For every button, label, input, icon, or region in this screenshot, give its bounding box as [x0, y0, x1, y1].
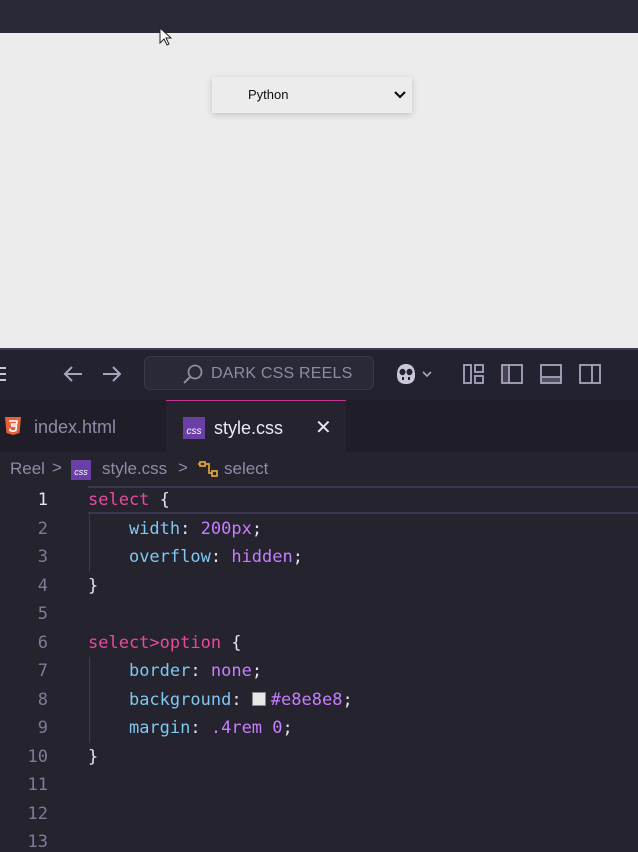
search-icon	[183, 364, 203, 384]
brace: {	[149, 490, 170, 510]
html5-icon	[5, 417, 21, 435]
line-number: 12	[27, 804, 48, 824]
css-property: margin	[128, 718, 191, 738]
code-line: select>option {	[88, 633, 242, 653]
browser-preview: Python	[0, 27, 638, 348]
line-number: 4	[37, 576, 48, 596]
line-number: 10	[27, 747, 48, 767]
semicolon: ;	[251, 519, 263, 539]
copilot-icon[interactable]	[393, 361, 437, 387]
svg-text:css: css	[74, 467, 88, 477]
line-number: 5	[37, 604, 48, 624]
css-value: #e8e8e8	[270, 690, 343, 710]
code-line: }	[88, 747, 98, 767]
chevron-down-icon	[394, 91, 406, 99]
language-select[interactable]: Python	[212, 77, 412, 113]
line-number: 8	[37, 690, 48, 710]
colon: :	[210, 547, 232, 567]
line-number: 7	[37, 661, 48, 681]
color-swatch-icon[interactable]	[251, 692, 266, 706]
code-line: }	[88, 576, 98, 596]
toggle-secondary-sidebar-icon[interactable]	[578, 361, 602, 387]
line-number: 11	[27, 775, 48, 795]
current-line-highlight	[88, 486, 638, 514]
mouse-cursor-icon	[159, 27, 173, 46]
toggle-panel-icon[interactable]	[539, 361, 563, 387]
code-line: overflow: hidden;	[88, 547, 303, 567]
close-icon[interactable]: ✕	[315, 415, 332, 439]
css-selector: select	[88, 490, 150, 510]
line-number: 6	[37, 633, 48, 653]
tab-label: style.css	[214, 418, 284, 438]
css-value: 200px	[200, 519, 252, 539]
back-arrow-icon[interactable]	[60, 361, 86, 387]
semicolon: ;	[342, 690, 353, 710]
css-icon: css	[183, 417, 205, 439]
css-value: none	[210, 661, 252, 681]
semicolon: ;	[282, 718, 293, 738]
breadcrumb	[0, 452, 638, 486]
colon: :	[190, 661, 211, 681]
code-line: background: #e8e8e8;	[88, 690, 353, 710]
tab-label: index.html	[34, 417, 117, 437]
menu-icon[interactable]	[0, 366, 6, 382]
line-number: 13	[27, 832, 48, 852]
breadcrumb-folder[interactable]: Reel	[10, 459, 45, 479]
code-line: select {	[88, 490, 170, 510]
forward-arrow-icon[interactable]	[99, 361, 125, 387]
breadcrumb-file[interactable]: style.css	[102, 459, 167, 479]
line-number: 1	[37, 490, 48, 510]
brace: {	[221, 633, 242, 653]
tab-style-css[interactable]: css style.css ✕	[166, 400, 346, 452]
css-property: background	[128, 690, 232, 710]
code-line: border: none;	[88, 661, 262, 681]
customize-layout-icon[interactable]	[462, 361, 486, 387]
breadcrumb-symbol[interactable]: select	[224, 459, 268, 479]
semicolon: ;	[251, 661, 263, 681]
svg-text:css: css	[187, 426, 202, 437]
css-selector: select>option	[88, 633, 222, 653]
search-label: DARK CSS REELS	[211, 365, 353, 382]
css-value: hidden	[231, 547, 293, 567]
line-number: 3	[37, 547, 48, 567]
breadcrumb-separator: >	[52, 458, 62, 477]
toggle-primary-sidebar-icon[interactable]	[500, 361, 524, 387]
css-value: .4rem 0	[210, 718, 283, 738]
colon: :	[180, 519, 201, 539]
line-number: 2	[37, 519, 48, 539]
colon: :	[231, 690, 252, 710]
breadcrumb-separator: >	[178, 458, 188, 477]
command-center-search[interactable]: DARK CSS REELS	[144, 356, 374, 390]
brace: }	[88, 576, 99, 596]
line-number: 9	[37, 718, 48, 738]
brace: }	[88, 747, 99, 767]
select-value: Python	[248, 87, 289, 102]
css-property: border	[128, 661, 191, 681]
tab-index-html[interactable]: index.html	[0, 400, 166, 452]
colon: :	[190, 718, 211, 738]
css-property: overflow	[128, 547, 211, 567]
css-property: width	[128, 519, 181, 539]
code-line: margin: .4rem 0;	[88, 718, 293, 738]
symbol-class-icon	[198, 461, 218, 477]
css-icon: css	[71, 460, 91, 480]
code-line: width: 200px;	[88, 519, 262, 539]
semicolon: ;	[292, 547, 303, 567]
browser-top-bar	[0, 0, 638, 33]
